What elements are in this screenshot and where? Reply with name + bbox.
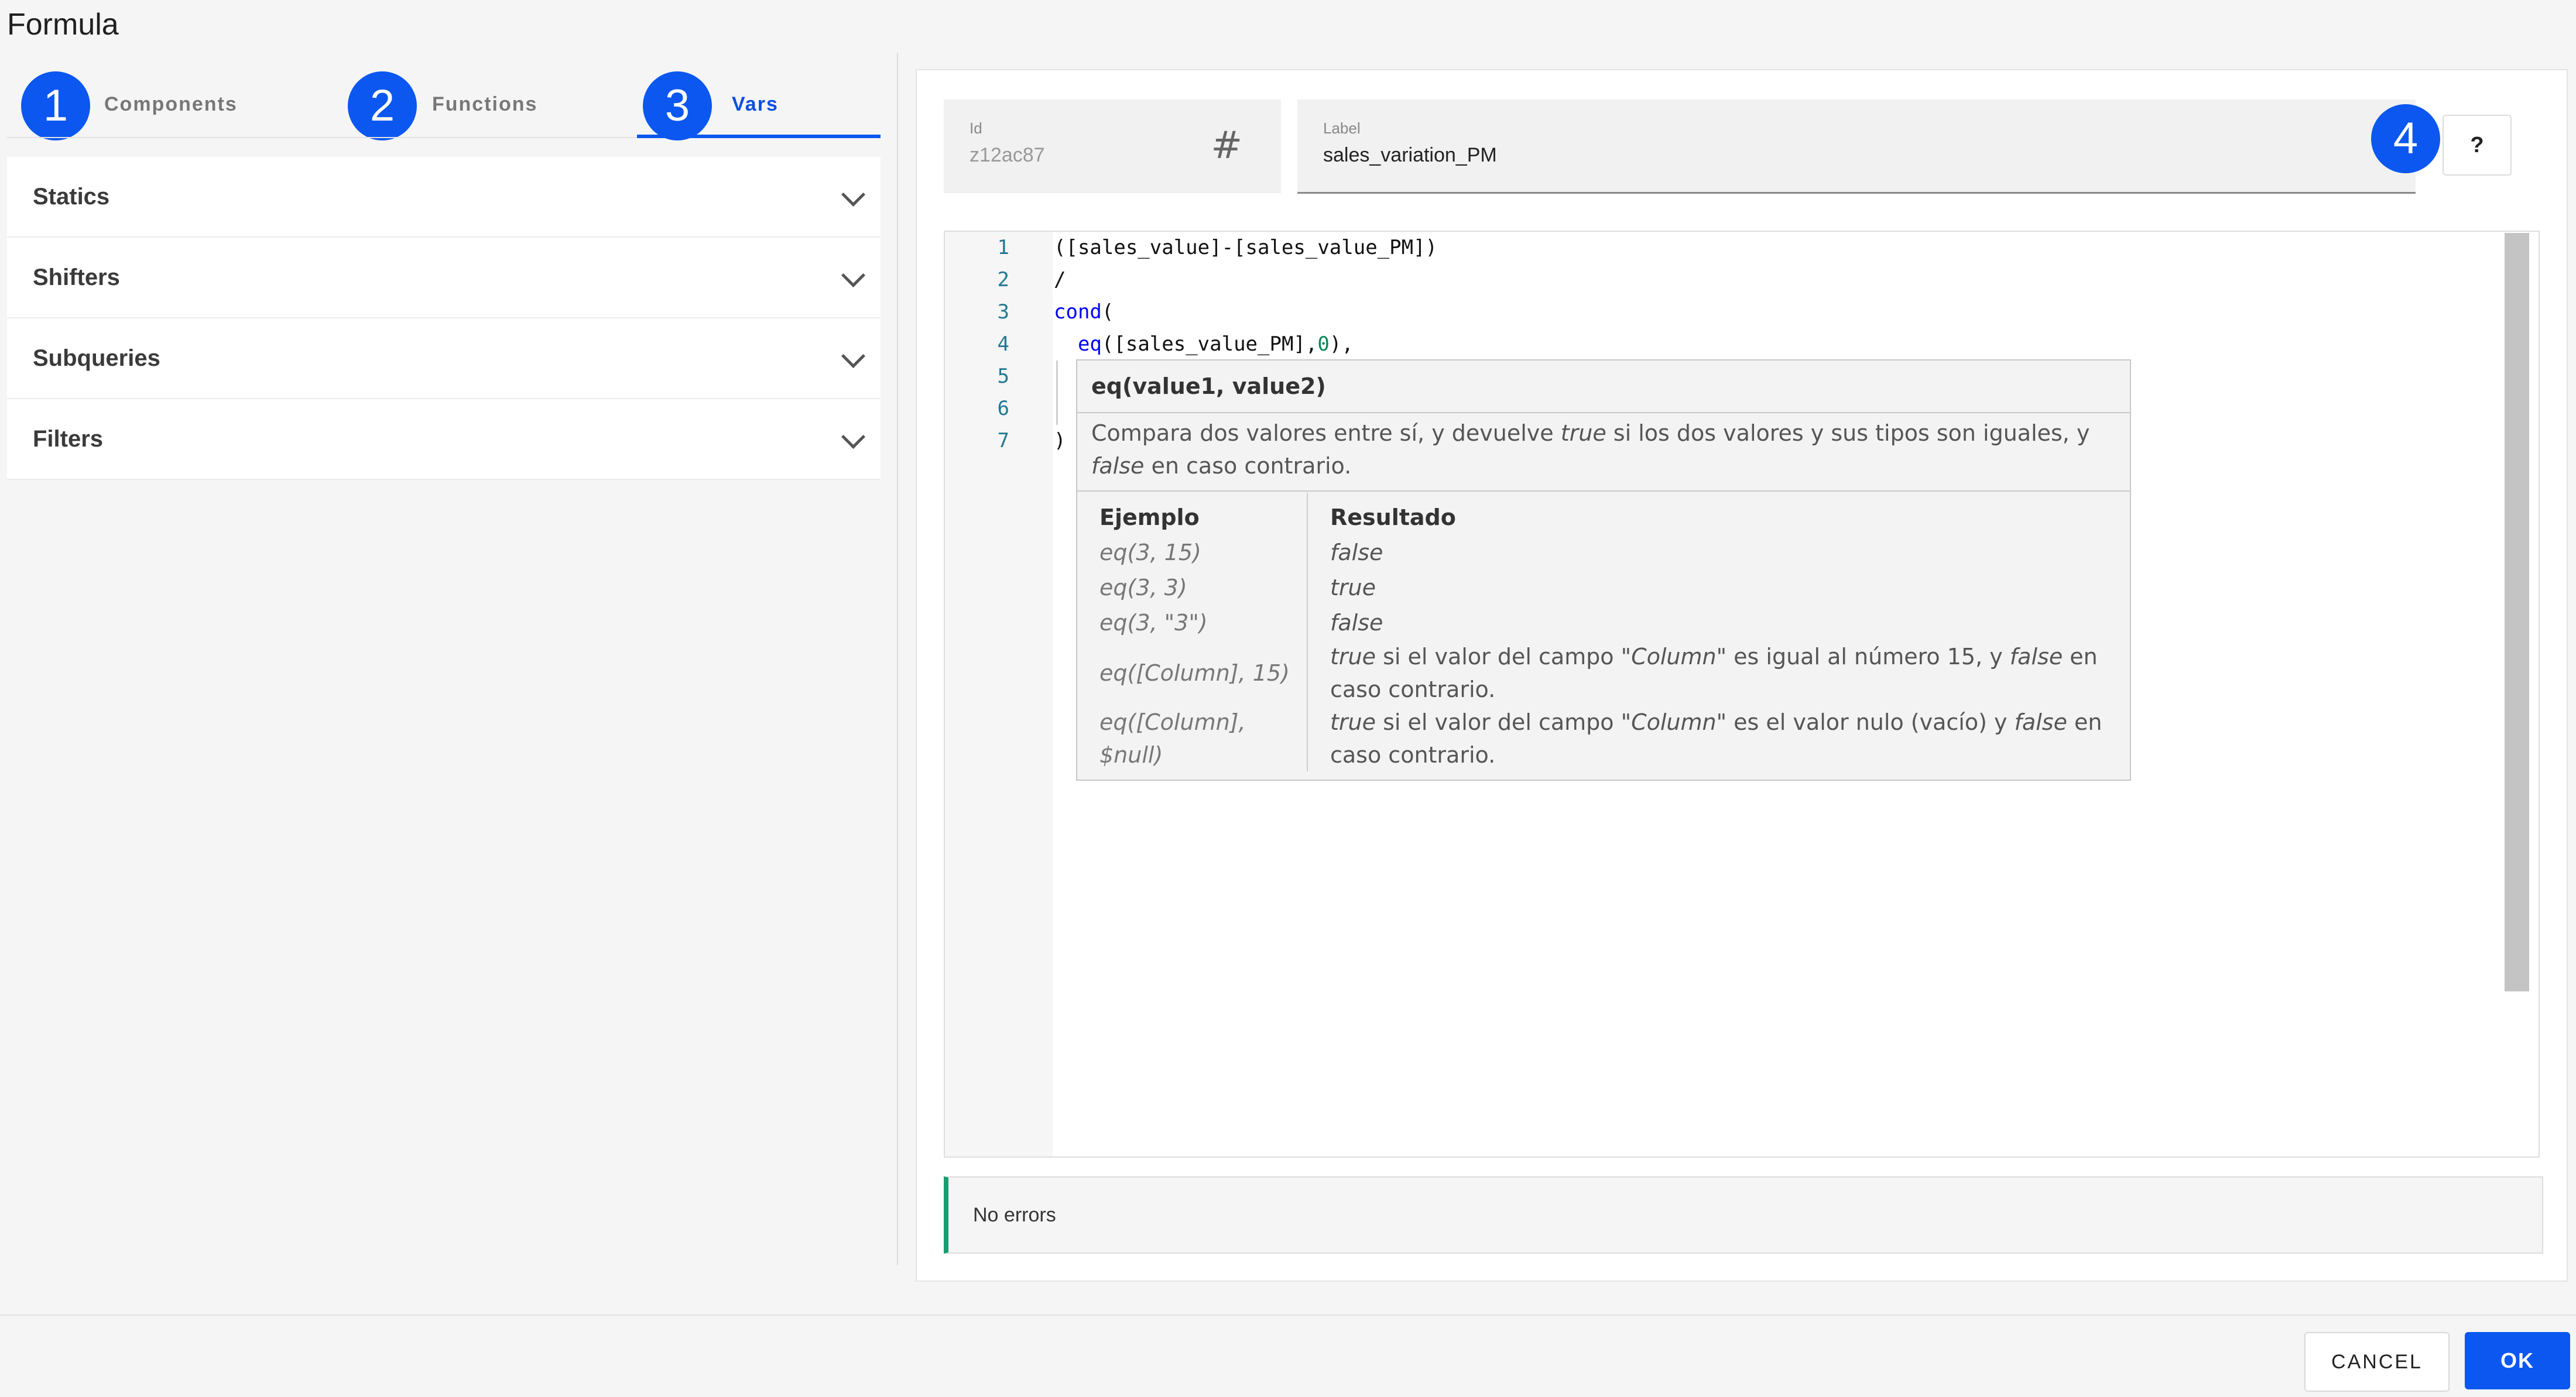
example-cell: eq([Column], 15) <box>1077 640 1308 706</box>
panel-divider <box>897 53 898 1265</box>
chevron-down-icon <box>841 263 866 288</box>
code-line-2: / <box>1054 268 1066 291</box>
active-tab-indicator <box>637 135 881 138</box>
table-row: eq([Column], $null) true si el valor del… <box>1077 706 2130 771</box>
label-field[interactable]: Label sales_variation_PM <box>1297 99 2416 194</box>
chevron-down-icon <box>841 182 866 207</box>
tab-vars[interactable]: Vars <box>732 87 779 122</box>
section-statics[interactable]: Statics <box>7 157 881 238</box>
id-field: Id z12ac87 # <box>944 99 1281 193</box>
id-value: z12ac87 <box>970 144 1045 166</box>
table-row: eq(3, 15) false <box>1077 535 2130 570</box>
label-caption: Label <box>1323 119 1361 137</box>
line-number: 6 <box>997 397 1009 420</box>
hash-icon: # <box>1211 124 1242 167</box>
footer-divider <box>0 1314 2576 1316</box>
result-cell: false <box>1330 610 1383 636</box>
result-cell: true si el valor del campo "Column" es e… <box>1330 709 2102 768</box>
chevron-down-icon <box>841 424 866 449</box>
line-number: 2 <box>997 268 1009 291</box>
function-hover-tooltip: eq(value1, value2) Compara dos valores e… <box>1076 359 2131 781</box>
result-cell: true <box>1330 575 1376 600</box>
example-cell: eq(3, "3") <box>1077 605 1308 640</box>
example-cell: eq(3, 3) <box>1077 570 1308 605</box>
line-number: 5 <box>997 365 1009 388</box>
code-line-1: ([sales_value]-[sales_value_PM]) <box>1054 236 1438 259</box>
page-title: Formula <box>7 8 119 42</box>
status-text: No errors <box>973 1204 1056 1226</box>
table-row: eq(3, 3) true <box>1077 570 2130 605</box>
code-line-4: eq([sales_value_PM],0), <box>1077 332 1354 356</box>
chevron-down-icon <box>841 344 866 369</box>
code-line-3: cond( <box>1054 300 1114 324</box>
tooltip-divider <box>1077 490 2130 492</box>
help-button[interactable]: ? <box>2443 115 2512 176</box>
section-label: Statics <box>33 184 110 210</box>
editor-scrollbar[interactable] <box>2505 233 2529 991</box>
examples-table: Ejemplo Resultado eq(3, 15) false eq(3, … <box>1077 493 2130 771</box>
table-row: eq([Column], 15) true si el valor del ca… <box>1077 640 2130 706</box>
table-row: eq(3, "3") false <box>1077 605 2130 640</box>
tooltip-description: Compara dos valores entre sí, y devuelve… <box>1091 420 2090 479</box>
ok-button[interactable]: OK <box>2465 1332 2570 1389</box>
section-filters[interactable]: Filters <box>7 399 881 480</box>
step-badge-2: 2 <box>348 71 417 140</box>
label-value[interactable]: sales_variation_PM <box>1323 144 1497 167</box>
section-subqueries[interactable]: Subqueries <box>7 318 881 399</box>
tab-functions[interactable]: Functions <box>432 87 537 122</box>
section-shifters[interactable]: Shifters <box>7 238 881 318</box>
example-cell: eq([Column], $null) <box>1077 706 1308 771</box>
result-cell: false <box>1330 540 1383 565</box>
table-header-row: Ejemplo Resultado <box>1077 493 2130 535</box>
validation-status: No errors <box>944 1176 2543 1254</box>
step-badge-3: 3 <box>643 71 712 140</box>
cancel-button[interactable]: CANCEL <box>2304 1332 2450 1392</box>
code-line-7: ) <box>1054 429 1066 452</box>
column-header-result: Resultado <box>1330 504 1456 530</box>
step-badge-1: 1 <box>21 71 90 140</box>
step-badge-4: 4 <box>2371 104 2440 173</box>
line-number: 1 <box>997 236 1009 259</box>
tooltip-divider <box>1077 412 2130 413</box>
tooltip-signature: eq(value1, value2) <box>1091 373 1326 399</box>
line-number: 4 <box>997 332 1009 356</box>
id-caption: Id <box>970 119 982 137</box>
line-number: 7 <box>997 429 1009 452</box>
result-cell: true si el valor del campo "Column" es i… <box>1330 644 2098 702</box>
section-label: Subqueries <box>33 345 160 371</box>
example-cell: eq(3, 15) <box>1077 535 1308 570</box>
section-label: Shifters <box>33 265 120 290</box>
column-header-example: Ejemplo <box>1077 493 1308 535</box>
line-number: 3 <box>997 300 1009 324</box>
indent-guide <box>1056 361 1058 425</box>
section-label: Filters <box>33 426 104 452</box>
line-number-gutter: 1 2 3 4 5 6 7 <box>945 232 1053 1156</box>
tab-components[interactable]: Components <box>104 87 238 122</box>
